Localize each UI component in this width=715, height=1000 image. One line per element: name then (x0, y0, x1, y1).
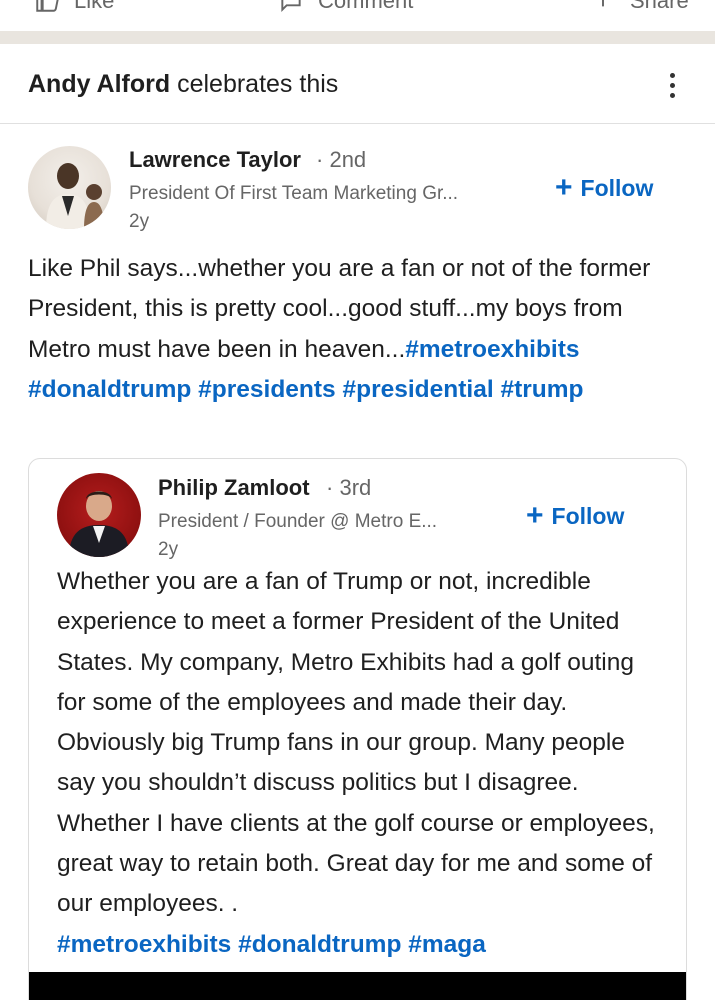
shared-post-body-text: Whether you are a fan of Trump or not, i… (57, 568, 655, 918)
comment-label: Comment (318, 0, 414, 13)
hashtag[interactable]: #metroexhibits (405, 336, 579, 363)
shared-follow-button[interactable]: + Follow (526, 501, 624, 531)
post-age: 2y (129, 211, 150, 232)
hashtag[interactable]: #trump (500, 376, 583, 403)
shared-author-avatar[interactable] (57, 473, 141, 557)
author-headline: President Of First Team Marketing Gr... (129, 183, 459, 204)
follow-label: Follow (580, 174, 654, 201)
hashtag[interactable]: #donaldtrump (238, 931, 401, 958)
post-text: Like Phil says...whether you are a fan o… (28, 249, 688, 410)
activity-verb: celebrates this (177, 70, 339, 98)
share-label: Share (630, 0, 689, 13)
shared-post-media[interactable] (29, 972, 686, 1000)
author-degree: · 2nd (316, 147, 367, 172)
shared-follow-label: Follow (551, 502, 625, 529)
hashtag[interactable]: #presidents (198, 376, 336, 403)
shared-author-photo (69, 491, 129, 557)
plus-icon: + (555, 171, 573, 204)
hashtag[interactable]: #presidential (343, 376, 494, 403)
hashtag[interactable]: #maga (408, 931, 486, 958)
author-name[interactable]: Lawrence Taylor (129, 147, 301, 173)
share-icon (602, 0, 604, 7)
activity-text: Andy Alford celebrates this (28, 70, 338, 99)
author-photo (46, 163, 104, 229)
activity-header: Andy Alford celebrates this (0, 44, 715, 124)
shared-post-age: 2y (158, 539, 179, 560)
shared-post-card[interactable]: Philip Zamloot · 3rd President / Founder… (28, 458, 687, 1000)
comment-button[interactable]: Comment (278, 0, 413, 14)
like-button[interactable]: Like (34, 0, 114, 14)
like-label: Like (74, 0, 115, 13)
activity-actor-name[interactable]: Andy Alford (28, 70, 170, 98)
like-icon (36, 0, 59, 12)
feed-separator (0, 31, 715, 44)
shared-author-name[interactable]: Philip Zamloot (158, 475, 310, 501)
shared-author-degree: · 3rd (326, 475, 372, 500)
plus-icon: + (526, 499, 544, 532)
share-button[interactable]: Share (590, 0, 689, 14)
more-options-icon[interactable] (664, 73, 680, 101)
shared-author-headline: President / Founder @ Metro E... (158, 511, 438, 532)
comment-icon (281, 0, 301, 13)
hashtag[interactable]: #metroexhibits (57, 931, 231, 958)
follow-button[interactable]: + Follow (555, 173, 653, 203)
post-action-bar: Like Comment Share (0, 0, 715, 31)
shared-post-text: Whether you are a fan of Trump or not, i… (57, 562, 669, 965)
author-avatar[interactable] (28, 146, 111, 229)
hashtag[interactable]: #donaldtrump (28, 376, 191, 403)
